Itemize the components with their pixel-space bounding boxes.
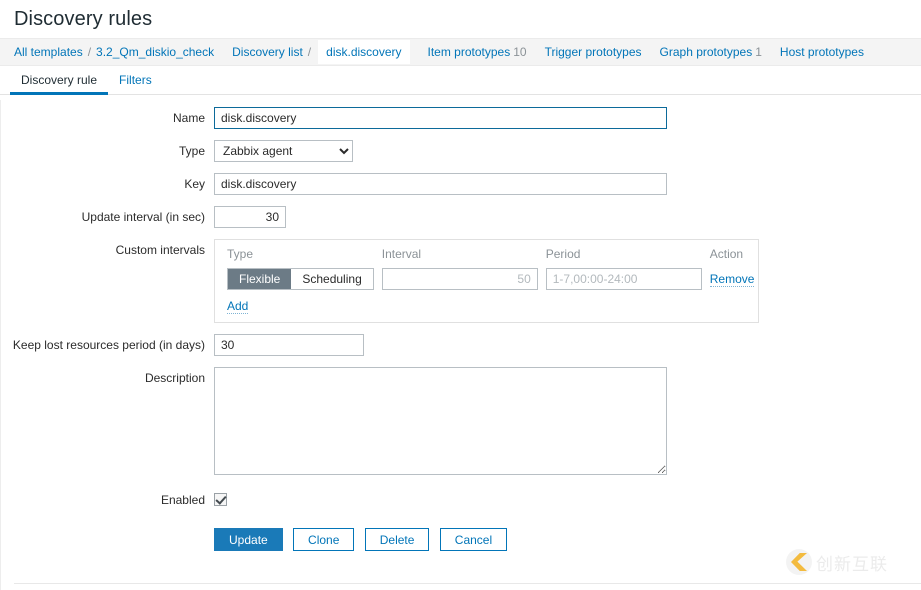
interval-type-toggle: Flexible Scheduling	[227, 268, 374, 290]
toggle-flexible[interactable]: Flexible	[228, 269, 292, 289]
custom-intervals-thead: Type Interval Period Action	[223, 246, 758, 267]
custom-intervals-header-row: Type Interval Period Action	[223, 246, 758, 267]
column-header-interval: Interval	[381, 247, 422, 261]
enabled-field-wrap	[214, 489, 921, 506]
cell-type: Flexible Scheduling	[223, 267, 378, 291]
toggle-scheduling[interactable]: Scheduling	[291, 269, 373, 289]
tab-filters-label: Filters	[119, 73, 152, 87]
delete-button[interactable]: Delete	[364, 528, 430, 551]
key-field-wrap	[214, 173, 921, 195]
clone-button[interactable]: Clone	[293, 528, 355, 551]
watermark-logo-icon	[786, 549, 812, 575]
column-header-period: Period	[545, 247, 581, 261]
form-row-key: Key	[0, 173, 921, 195]
left-rail-divider	[0, 100, 1, 590]
discovery-rule-form: Name Type Zabbix agentZabbix agent (acti…	[0, 95, 921, 551]
custom-intervals-label: Custom intervals	[115, 243, 205, 257]
watermark-text: 创新互联	[816, 554, 888, 575]
breadcrumb-trigger-prototypes[interactable]: Trigger prototypes	[545, 45, 642, 59]
breadcrumb-host-prototypes[interactable]: Host prototypes	[780, 45, 864, 59]
tab-filters[interactable]: Filters	[108, 66, 163, 94]
add-interval-link[interactable]: Add	[227, 299, 249, 314]
add-interval-wrap: Add	[223, 291, 750, 314]
cell-period	[542, 267, 706, 291]
enabled-label: Enabled	[160, 493, 205, 507]
cell-interval	[378, 267, 542, 291]
form-row-buttons: Update Clone Delete Cancel	[0, 528, 921, 551]
button-group: Update Clone Delete Cancel	[214, 528, 921, 551]
description-label: Description	[144, 371, 205, 385]
name-field-wrap	[214, 107, 921, 129]
form-row-keep-lost: Keep lost resources period (in days)	[0, 334, 921, 356]
breadcrumb-graph-prototypes[interactable]: Graph prototypes	[660, 45, 753, 59]
page-title: Discovery rules	[14, 7, 153, 30]
page-header: Discovery rules	[0, 0, 921, 38]
footer-divider	[14, 583, 921, 584]
name-input[interactable]	[214, 107, 667, 129]
tab-discovery-rule[interactable]: Discovery rule	[10, 66, 109, 95]
description-field-wrap	[214, 367, 921, 478]
update-interval-field-wrap	[214, 206, 921, 228]
remove-interval-link[interactable]: Remove	[709, 272, 755, 287]
breadcrumb-template-name[interactable]: 3.2_Qm_diskio_check	[96, 45, 214, 59]
breadcrumb-separator-2: /	[307, 45, 312, 59]
keep-lost-input[interactable]	[214, 334, 364, 356]
tab-discovery-rule-label: Discovery rule	[21, 73, 98, 87]
cancel-button[interactable]: Cancel	[439, 528, 508, 551]
type-label: Type	[178, 144, 205, 158]
key-input[interactable]	[214, 173, 667, 195]
form-row-name: Name	[0, 107, 921, 129]
custom-intervals-table: Type Interval Period Action Flexible Sch…	[223, 246, 758, 291]
breadcrumb-all-templates[interactable]: All templates	[14, 45, 83, 59]
breadcrumb-separator: /	[87, 45, 92, 59]
cell-action: Remove	[706, 267, 759, 291]
type-select[interactable]: Zabbix agentZabbix agent (active)Simple …	[214, 140, 353, 162]
tab-bar: Discovery rule Filters	[0, 66, 921, 95]
form-row-enabled: Enabled	[0, 489, 921, 511]
column-header-action: Action	[709, 247, 744, 261]
keep-lost-label: Keep lost resources period (in days)	[12, 338, 205, 352]
name-label: Name	[172, 111, 205, 125]
custom-intervals-field-wrap: Type Interval Period Action Flexible Sch…	[214, 239, 921, 323]
update-interval-label: Update interval (in sec)	[81, 210, 205, 224]
update-interval-input[interactable]	[214, 206, 286, 228]
update-button[interactable]: Update	[214, 528, 283, 551]
type-field-wrap: Zabbix agentZabbix agent (active)Simple …	[214, 140, 921, 162]
breadcrumb-item-prototypes[interactable]: Item prototypes	[428, 45, 511, 59]
column-header-type: Type	[227, 247, 254, 261]
item-prototypes-count: 10	[513, 45, 527, 59]
enabled-checkbox[interactable]	[214, 493, 227, 506]
breadcrumb: All templates / 3.2_Qm_diskio_check Disc…	[0, 38, 921, 66]
table-row: Flexible Scheduling Remov	[223, 267, 758, 291]
form-row-description: Description	[0, 367, 921, 478]
breadcrumb-current-item[interactable]: disk.discovery	[318, 40, 410, 64]
keep-lost-field-wrap	[214, 334, 921, 356]
graph-prototypes-count: 1	[755, 45, 762, 59]
interval-input[interactable]	[381, 268, 538, 290]
key-label: Key	[184, 177, 205, 191]
description-textarea[interactable]	[214, 367, 667, 475]
form-row-update-interval: Update interval (in sec)	[0, 206, 921, 228]
form-row-custom-intervals: Custom intervals Type Interval Period Ac…	[0, 239, 921, 323]
custom-intervals-tbody: Flexible Scheduling Remov	[223, 267, 758, 291]
period-input[interactable]	[545, 268, 702, 290]
breadcrumb-discovery-list[interactable]: Discovery list	[232, 45, 303, 59]
custom-intervals-box: Type Interval Period Action Flexible Sch…	[214, 239, 759, 323]
form-row-type: Type Zabbix agentZabbix agent (active)Si…	[0, 140, 921, 162]
